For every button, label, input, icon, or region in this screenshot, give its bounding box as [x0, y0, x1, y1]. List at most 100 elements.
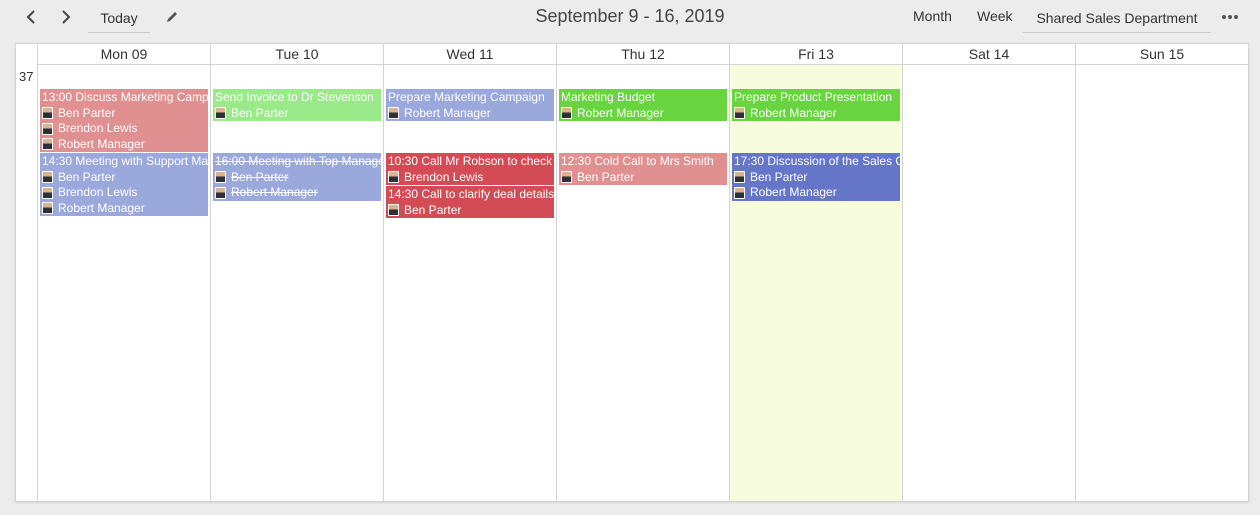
week-grid: 37 Mon 09 13:00 Discuss Marketing Campaig…	[15, 43, 1249, 502]
event-attendee: Robert Manager	[42, 137, 208, 153]
calendar-event[interactable]: Marketing Budget Robert Manager	[559, 89, 727, 121]
edit-button[interactable]	[163, 8, 181, 26]
event-title: 14:30 Call to clarify deal details	[388, 187, 554, 201]
calendar-event[interactable]: 14:30 Meeting with Support ManagerBen Pa…	[40, 153, 208, 216]
event-attendee: Ben Parter	[388, 203, 554, 219]
event-title: Send Invoice to Dr Stevenson	[215, 90, 374, 104]
avatar-icon	[388, 204, 399, 217]
calendar-event[interactable]: Send Invoice to Dr Stevenson Ben Parter	[213, 89, 381, 121]
attendee-name: Robert Manager	[577, 105, 664, 120]
avatar-icon	[388, 107, 399, 120]
more-button[interactable]	[1218, 10, 1242, 24]
day-column[interactable]: Thu 12 Marketing Budget Robert Manager 12:3…	[557, 44, 730, 501]
event-attendee: Robert Manager	[561, 106, 727, 122]
attendee-name: Ben Parter	[231, 169, 289, 184]
calendar-event[interactable]: 17:30 Discussion of the Sales QuarterBen…	[732, 153, 900, 201]
attendee-name: Brendon Lewis	[58, 185, 138, 199]
day-column[interactable]: Wed 11 Prepare Marketing Campaign Robert M…	[384, 44, 557, 501]
avatar-icon	[42, 122, 53, 135]
prev-week-button[interactable]	[20, 6, 42, 28]
avatar-icon	[734, 171, 745, 184]
attendee-name: Ben Parter	[577, 169, 635, 184]
event-attendee: Brendon Lewis	[388, 170, 554, 186]
chevron-left-icon	[26, 10, 35, 24]
day-header: Sun 15	[1076, 44, 1248, 65]
calendar-event[interactable]: Prepare Product Presentation Robert Manag…	[732, 89, 900, 121]
attendee-name: Robert Manager	[404, 105, 491, 120]
day-header: Wed 11	[384, 44, 556, 65]
calendar-event[interactable]: 12:30 Cold Call to Mrs Smith Ben Parter	[559, 153, 727, 185]
toolbar: Today September 9 - 16, 2019 Month Week …	[0, 0, 1260, 40]
day-header: Mon 09	[38, 44, 210, 65]
event-attendee: Brendon Lewis	[42, 185, 208, 201]
event-title: Marketing Budget	[561, 90, 656, 104]
calendar-event[interactable]: 10:30 Call Mr Robson to check Brendon Lew…	[386, 153, 554, 185]
event-title: 17:30 Discussion of the Sales Quarter	[734, 154, 900, 168]
today-button[interactable]: Today	[88, 4, 150, 33]
event-attendee: Ben Parter	[42, 106, 208, 122]
event-attendee: Ben Parter	[561, 170, 727, 186]
avatar-icon	[388, 171, 399, 184]
attendee-name: Ben Parter	[58, 169, 116, 184]
day-header: Thu 12	[557, 44, 729, 65]
attendee-name: Robert Manager	[58, 200, 145, 215]
avatar-icon	[561, 107, 572, 120]
avatar-icon	[42, 202, 53, 215]
event-title: 10:30 Call Mr Robson to check	[388, 154, 553, 168]
avatar-icon	[734, 186, 745, 199]
attendee-name: Robert Manager	[231, 185, 318, 199]
event-attendee: Robert Manager	[215, 185, 381, 201]
day-header: Sat 14	[903, 44, 1075, 65]
day-column[interactable]: Sun 15	[1076, 44, 1249, 501]
avatar-icon	[734, 107, 745, 120]
day-column[interactable]: Mon 0913:00 Discuss Marketing CampaignBe…	[38, 44, 211, 501]
attendee-name: Ben Parter	[404, 202, 462, 217]
avatar-icon	[215, 171, 226, 184]
avatar-icon	[561, 171, 572, 184]
event-title: 12:30 Cold Call to Mrs Smith	[561, 154, 714, 168]
day-header: Fri 13	[730, 44, 902, 65]
avatar-icon	[42, 186, 53, 199]
week-number-column: 37	[16, 44, 38, 501]
calendar-event[interactable]: 14:30 Call to clarify deal details Ben Pa…	[386, 186, 554, 218]
day-header: Tue 10	[211, 44, 383, 65]
event-attendee: Brendon Lewis	[42, 121, 208, 137]
month-view-button[interactable]: Month	[913, 8, 952, 24]
attendee-name: Ben Parter	[231, 105, 289, 120]
avatar-icon	[42, 107, 53, 120]
event-title: 16:00 Meeting with Top Management	[215, 154, 381, 168]
event-attendee: Ben Parter	[42, 170, 208, 186]
day-column[interactable]: Fri 13 Prepare Product Presentation Robert…	[730, 44, 903, 501]
avatar-icon	[42, 171, 53, 184]
day-column[interactable]: Sat 14	[903, 44, 1076, 501]
event-attendee: Ben Parter	[215, 106, 381, 122]
avatar-icon	[215, 107, 226, 120]
pencil-icon	[167, 12, 177, 22]
event-attendee: Robert Manager	[388, 106, 554, 122]
event-attendee: Robert Manager	[734, 185, 900, 201]
calendar-event[interactable]: Prepare Marketing Campaign Robert Manager	[386, 89, 554, 121]
attendee-name: Robert Manager	[58, 136, 145, 151]
attendee-name: Robert Manager	[750, 185, 837, 199]
week-number: 37	[19, 69, 34, 84]
day-column[interactable]: Tue 10 Send Invoice to Dr Stevenson Ben Pa…	[211, 44, 384, 501]
avatar-icon	[215, 186, 226, 199]
event-attendee: Robert Manager	[42, 201, 208, 217]
attendee-name: Ben Parter	[58, 105, 116, 120]
next-week-button[interactable]	[55, 6, 77, 28]
week-view-button[interactable]: Week	[977, 8, 1013, 24]
event-title: Prepare Marketing Campaign	[388, 90, 545, 104]
event-title: Prepare Product Presentation	[734, 90, 893, 104]
event-attendee: Ben Parter	[215, 170, 381, 186]
calendar-selector[interactable]: Shared Sales Department	[1023, 4, 1211, 33]
chevron-right-icon	[62, 10, 71, 24]
attendee-name: Robert Manager	[750, 105, 837, 120]
event-title: 14:30 Meeting with Support Manager	[42, 154, 208, 168]
attendee-name: Ben Parter	[750, 169, 808, 184]
calendar-event[interactable]: 16:00 Meeting with Top ManagementBen Par…	[213, 153, 381, 201]
event-attendee: Robert Manager	[734, 106, 900, 122]
more-horizontal-icon	[1222, 15, 1238, 19]
calendar-event[interactable]: 13:00 Discuss Marketing CampaignBen Part…	[40, 89, 208, 152]
event-title: 13:00 Discuss Marketing Campaign	[42, 90, 208, 104]
attendee-name: Brendon Lewis	[404, 169, 484, 184]
